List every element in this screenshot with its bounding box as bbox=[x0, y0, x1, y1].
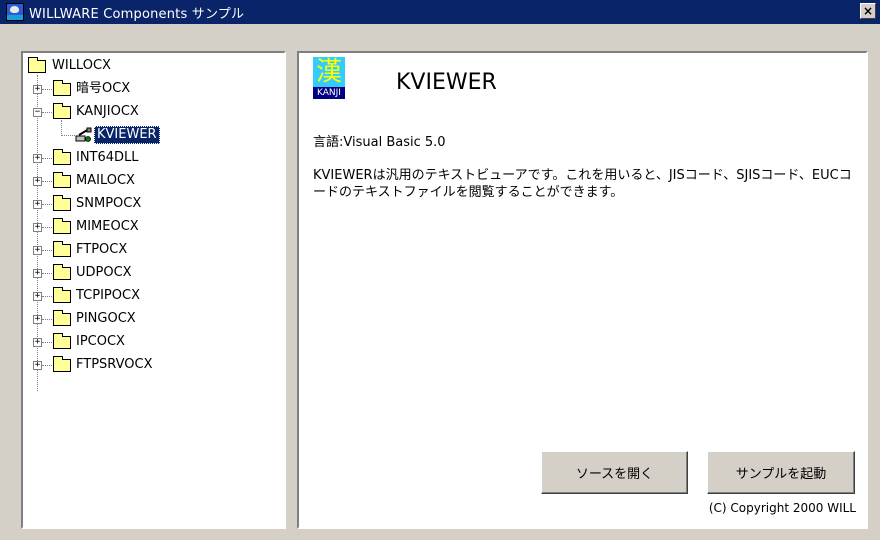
expand-icon[interactable]: + bbox=[33, 361, 42, 370]
tree-connector bbox=[42, 227, 52, 228]
folder-icon bbox=[53, 310, 71, 326]
tree-node-snmpocx[interactable]: + SNMPOCX bbox=[23, 195, 283, 213]
tree-node-angouocx[interactable]: + 暗号OCX bbox=[23, 80, 283, 98]
tree-node-label: MIMEOCX bbox=[76, 219, 139, 234]
folder-icon bbox=[28, 57, 46, 73]
kanji-icon-glyph: 漢 bbox=[313, 57, 345, 87]
tree-node-label: KVIEWER bbox=[94, 126, 160, 144]
tree-node-label: WILLOCX bbox=[52, 58, 111, 73]
folder-icon bbox=[53, 287, 71, 303]
tree-node-label: UDPOCX bbox=[76, 265, 132, 280]
expand-icon[interactable]: + bbox=[33, 315, 42, 324]
title-bar[interactable]: WILLWARE Components サンプル × bbox=[0, 0, 880, 24]
expand-icon[interactable]: + bbox=[33, 269, 42, 278]
language-label: 言語:Visual Basic 5.0 bbox=[313, 135, 446, 150]
open-source-button[interactable]: ソースを開く bbox=[541, 451, 688, 494]
tree-node-label: KANJIOCX bbox=[76, 104, 139, 119]
tree-connector bbox=[61, 135, 75, 136]
folder-icon bbox=[53, 149, 71, 165]
expand-icon[interactable]: + bbox=[33, 154, 42, 163]
run-sample-button[interactable]: サンプルを起動 bbox=[707, 451, 855, 494]
expand-icon[interactable]: + bbox=[33, 223, 42, 232]
expand-icon[interactable]: + bbox=[33, 338, 42, 347]
tree-node-label: MAILOCX bbox=[76, 173, 135, 188]
tree-node-mailocx[interactable]: + MAILOCX bbox=[23, 172, 283, 190]
expand-icon[interactable]: + bbox=[33, 292, 42, 301]
collapse-icon[interactable]: − bbox=[33, 108, 42, 117]
tree-node-label: SNMPOCX bbox=[76, 196, 142, 211]
folder-icon bbox=[53, 172, 71, 188]
tree-node-pingocx[interactable]: + PINGOCX bbox=[23, 310, 283, 328]
tree-node-label: FTPOCX bbox=[76, 242, 128, 257]
tree-connector bbox=[42, 250, 52, 251]
folder-icon bbox=[53, 356, 71, 372]
tree-node-label: IPCOCX bbox=[76, 334, 125, 349]
tree-connector bbox=[42, 342, 52, 343]
tree-connector bbox=[42, 365, 52, 366]
component-tree[interactable]: WILLOCX + 暗号OCX − KANJIOCX KVIEWER + INT… bbox=[21, 51, 286, 529]
kanji-icon: 漢 KANJI bbox=[313, 57, 345, 101]
tree-connector bbox=[42, 319, 52, 320]
tree-node-ipcocx[interactable]: + IPCOCX bbox=[23, 333, 283, 351]
component-title: KVIEWER bbox=[396, 70, 497, 95]
tree-connector bbox=[42, 273, 52, 274]
tree-node-ftpocx[interactable]: + FTPOCX bbox=[23, 241, 283, 259]
tree-node-mimeocx[interactable]: + MIMEOCX bbox=[23, 218, 283, 236]
component-icon bbox=[75, 127, 92, 142]
tree-node-kanjiocx[interactable]: − KANJIOCX bbox=[23, 103, 283, 121]
copyright-text: (C) Copyright 2000 WILL bbox=[708, 501, 856, 515]
component-description: KVIEWERは汎用のテキストビューアです。これを用いると、JISコード、SJI… bbox=[313, 168, 852, 200]
folder-icon bbox=[53, 218, 71, 234]
expand-icon[interactable]: + bbox=[33, 200, 42, 209]
tree-connector bbox=[42, 112, 52, 113]
folder-icon bbox=[53, 103, 71, 119]
tree-node-label: TCPIPOCX bbox=[76, 288, 140, 303]
folder-icon bbox=[53, 241, 71, 257]
tree-node-label: PINGOCX bbox=[76, 311, 136, 326]
folder-icon bbox=[53, 333, 71, 349]
expand-icon[interactable]: + bbox=[33, 177, 42, 186]
expand-icon[interactable]: + bbox=[33, 246, 42, 255]
kanji-icon-caption: KANJI bbox=[313, 87, 345, 99]
tree-node-tcpipocx[interactable]: + TCPIPOCX bbox=[23, 287, 283, 305]
folder-icon bbox=[53, 264, 71, 280]
tree-node-kviewer[interactable]: KVIEWER bbox=[23, 126, 283, 144]
tree-node-ftpsrvocx[interactable]: + FTPSRVOCX bbox=[23, 356, 283, 374]
tree-node-label: 暗号OCX bbox=[76, 81, 131, 96]
tree-node-int64dll[interactable]: + INT64DLL bbox=[23, 149, 283, 167]
tree-connector bbox=[42, 204, 52, 205]
window-title: WILLWARE Components サンプル bbox=[29, 6, 245, 22]
tree-connector bbox=[42, 158, 52, 159]
folder-icon bbox=[53, 195, 71, 211]
expand-icon[interactable]: + bbox=[33, 85, 42, 94]
tree-connector bbox=[42, 181, 52, 182]
tree-node-willocx[interactable]: WILLOCX bbox=[23, 57, 283, 75]
folder-icon bbox=[53, 80, 71, 96]
tree-node-udpocx[interactable]: + UDPOCX bbox=[23, 264, 283, 282]
tree-node-label: INT64DLL bbox=[76, 150, 139, 165]
tree-connector bbox=[42, 89, 52, 90]
tree-node-label: FTPSRVOCX bbox=[76, 357, 153, 372]
detail-panel: 漢 KANJI KVIEWER 言語:Visual Basic 5.0 KVIE… bbox=[297, 51, 868, 529]
app-icon[interactable] bbox=[6, 3, 24, 21]
tree-connector bbox=[42, 296, 52, 297]
close-button[interactable]: × bbox=[860, 3, 876, 19]
